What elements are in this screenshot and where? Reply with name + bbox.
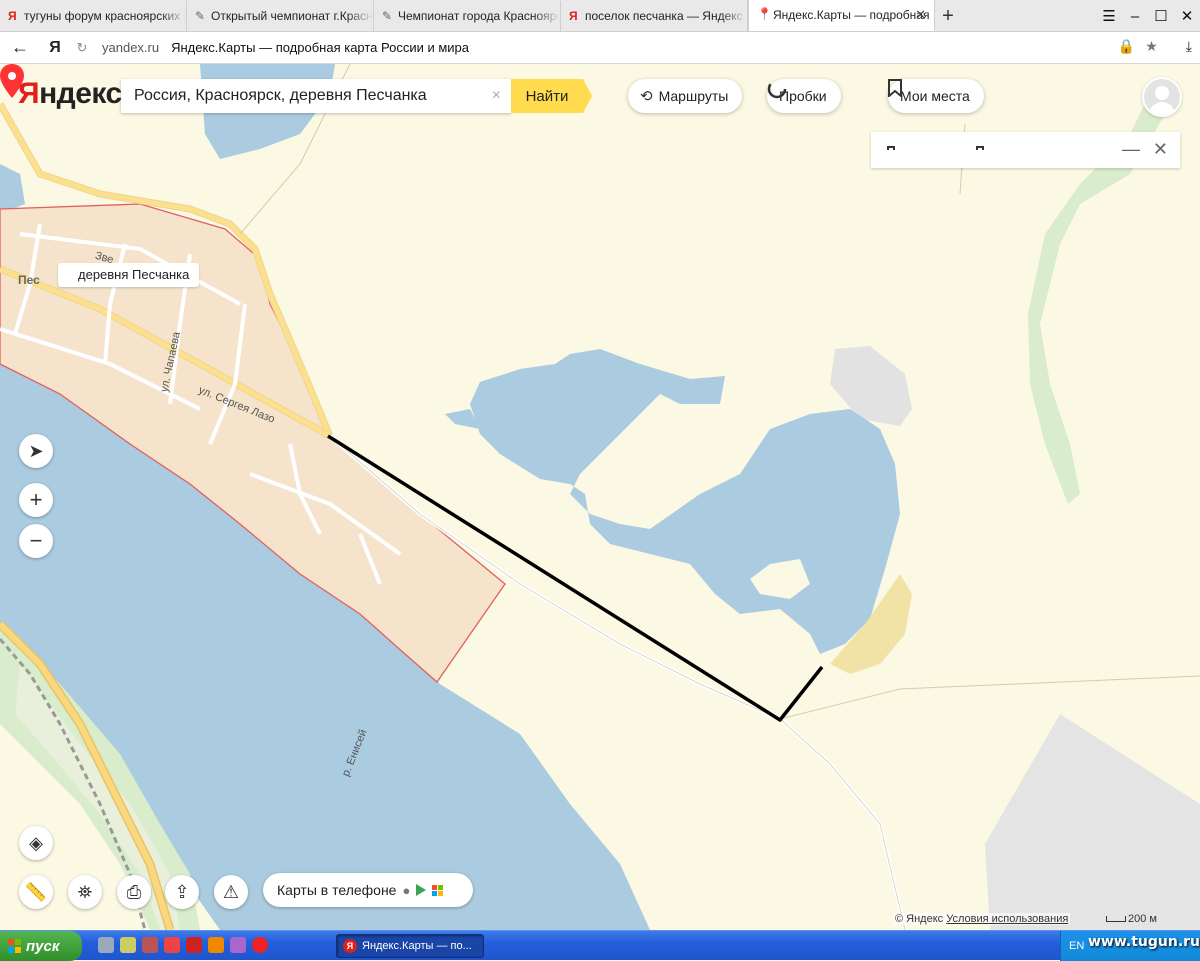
panel-marker xyxy=(887,146,895,150)
address-bar: ← Я ↻ yandex.ru Яндекс.Карты — подробная… xyxy=(0,32,1200,64)
phone-label: Карты в телефоне xyxy=(277,882,397,898)
google-play-icon xyxy=(416,884,427,896)
language-indicator[interactable]: EN xyxy=(1069,940,1084,952)
firefox-icon[interactable] xyxy=(208,937,224,953)
layers-icon[interactable]: ◈ xyxy=(19,826,53,860)
locate-icon[interactable]: ➤ xyxy=(19,434,53,468)
poi-label[interactable]: деревня Песчанка xyxy=(58,263,200,287)
routes-button[interactable]: ⟲ Маршруты xyxy=(628,79,743,113)
scale-bar: 200 м xyxy=(1106,913,1157,925)
watermark: www.tugun.ru xyxy=(1088,934,1200,950)
panel-marker xyxy=(976,146,984,150)
tab-label: поселок песчанка — Яндекс xyxy=(585,9,743,23)
search-input[interactable]: Россия, Красноярск, деревня Песчанка × xyxy=(121,79,511,113)
traffic-icon xyxy=(767,79,787,99)
map-canvas[interactable] xyxy=(0,64,1200,930)
yandex-browser-logo[interactable]: Я xyxy=(40,39,70,57)
route-icon: ⟲ xyxy=(640,88,653,105)
yandex-icon: Я xyxy=(8,9,17,23)
chrome-icon[interactable] xyxy=(164,937,180,953)
warning-icon[interactable]: ⚠ xyxy=(214,875,248,909)
desktop-icon[interactable] xyxy=(98,937,114,953)
find-button[interactable]: Найти xyxy=(511,79,592,113)
quick-launch xyxy=(98,937,268,953)
terms-link[interactable]: Условия использования xyxy=(946,913,1068,925)
traffic-button[interactable]: Пробки xyxy=(767,79,841,113)
opera-icon[interactable] xyxy=(186,937,202,953)
browser-tabbar: Я тугуны форум красноярских рыбаков ✎ От… xyxy=(0,0,1200,32)
windows-icon xyxy=(432,884,444,896)
app-icon[interactable] xyxy=(142,937,158,953)
map-area[interactable]: ул. Сергея Лазо ул. Чапаева р. Енисей Пе… xyxy=(0,64,1200,930)
browser-tab-3[interactable]: ✎ Чемпионат города Красноярска xyxy=(374,1,561,31)
yandex-browser-icon[interactable] xyxy=(252,937,268,953)
zoom-out-button[interactable]: − xyxy=(19,524,53,558)
browser-tab-4[interactable]: Я поселок песчанка — Яндекс xyxy=(561,1,748,31)
print-icon[interactable]: ⎙ xyxy=(117,875,151,909)
yandex-icon: Я xyxy=(569,9,578,23)
pen-icon: ✎ xyxy=(382,9,393,23)
window-controls: ☰ – ☐ ✕ xyxy=(1096,0,1200,32)
tab-close-icon[interactable]: ✕ xyxy=(915,7,926,23)
minimize-panel-icon[interactable]: — xyxy=(1122,139,1140,160)
lock-icon[interactable]: 🔒 xyxy=(1118,38,1135,55)
search-value: Россия, Красноярск, деревня Песчанка xyxy=(134,87,427,104)
windows-flag-icon xyxy=(8,939,22,953)
taskbar-window-button[interactable]: Я Яндекс.Карты — по... xyxy=(336,934,484,958)
share-icon[interactable]: ⇪ xyxy=(165,875,199,909)
yandex-logo[interactable]: Яндекс xyxy=(18,77,122,111)
address-domain[interactable]: yandex.ru xyxy=(102,40,159,55)
apple-icon: ● xyxy=(402,882,411,898)
tab-label: Яндекс.Карты — подробная xyxy=(773,8,930,22)
my-places-label: Мои места xyxy=(900,88,970,104)
pen-icon: ✎ xyxy=(195,9,206,23)
yandex-icon: Я xyxy=(343,939,357,953)
back-arrow-icon[interactable]: ← xyxy=(0,37,40,58)
maps-in-phone-button[interactable]: Карты в телефоне ● xyxy=(263,873,473,907)
user-avatar[interactable] xyxy=(1142,77,1182,117)
my-places-button[interactable]: Мои места xyxy=(888,79,984,113)
panorama-icon[interactable]: ⛯ xyxy=(68,875,102,909)
folder-icon[interactable] xyxy=(120,937,136,953)
close-window-icon[interactable]: ✕ xyxy=(1174,0,1200,32)
copyright: © Яндекс Условия использования xyxy=(893,913,1071,925)
address-page-title[interactable]: Яндекс.Карты — подробная карта России и … xyxy=(171,40,469,55)
minimize-icon[interactable]: – xyxy=(1122,0,1148,32)
start-button[interactable]: пуск xyxy=(0,931,82,961)
ruler-icon[interactable]: 📏 xyxy=(19,875,53,909)
zoom-in-button[interactable]: + xyxy=(19,483,53,517)
map-pin-icon: 📍 xyxy=(757,7,772,21)
reload-icon[interactable]: ↻ xyxy=(70,40,94,56)
download-icon[interactable]: ⤓ xyxy=(1186,38,1192,55)
star-icon[interactable]: ★ xyxy=(1145,38,1158,55)
app-icon[interactable] xyxy=(230,937,246,953)
browser-tab-5[interactable]: 📍 Яндекс.Карты — подробная ✕ xyxy=(748,0,935,31)
clear-icon[interactable]: × xyxy=(492,87,501,105)
new-tab-button[interactable]: + xyxy=(935,1,961,31)
browser-tab-2[interactable]: ✎ Открытый чемпионат г.Красноярска xyxy=(187,1,374,31)
routes-label: Маршруты xyxy=(658,88,729,104)
bookmark-icon xyxy=(888,79,902,97)
os-taskbar: пуск Я Яндекс.Карты — по... EN xyxy=(0,930,1200,961)
ruler-panel: — ✕ xyxy=(871,132,1180,168)
maximize-icon[interactable]: ☐ xyxy=(1148,0,1174,32)
browser-tab-1[interactable]: Я тугуны форум красноярских рыбаков xyxy=(0,1,187,31)
menu-icon[interactable]: ☰ xyxy=(1096,0,1122,32)
close-panel-icon[interactable]: ✕ xyxy=(1153,139,1168,160)
place-label: Пес xyxy=(18,273,40,287)
